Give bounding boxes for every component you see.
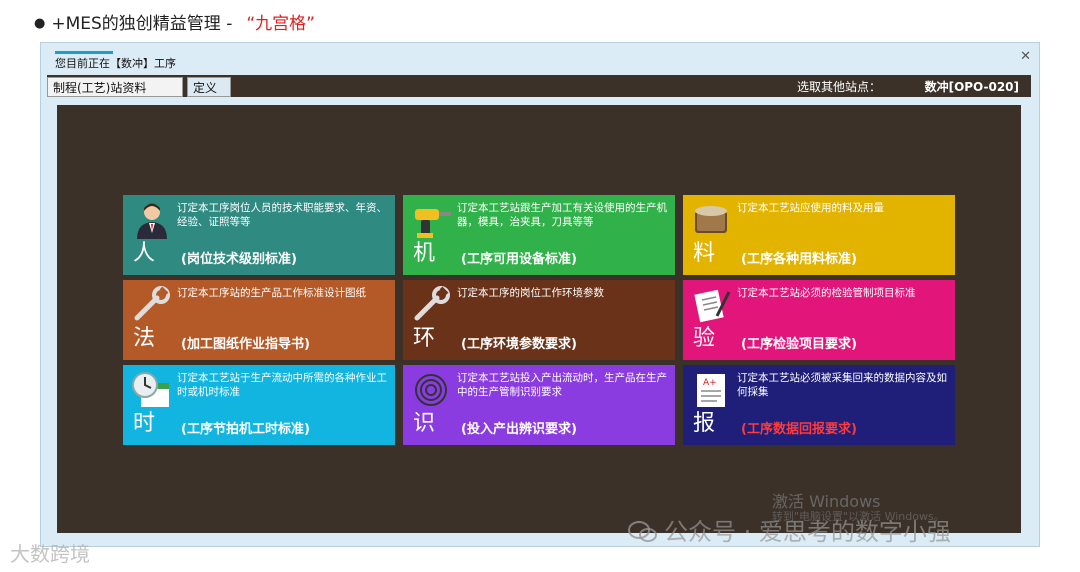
tile-report[interactable]: A+ 订定本工艺站必须被采集回来的数据内容及如何採集 报 (工序数据回报要求) [683,365,955,445]
slide-title-text: +MES的独创精益管理 - [51,14,233,34]
wrench-icon [134,286,170,321]
tab-bar: 制程(工艺)站资料 定义 选取其他站点： 数冲[OPO-020] [47,75,1031,97]
corner-watermark: 大数跨境 [10,542,90,566]
tile-standard: (工序数据回报要求) [741,422,857,437]
tile-desc: 订定本工序岗位人员的技术职能要求、年资、经验、证照等等 [177,202,387,228]
tile-standard: (投入产出辨识要求) [461,422,577,437]
nine-grid-panel: 订定本工序岗位人员的技术职能要求、年资、经验、证照等等 人 (岗位技术级别标准)… [57,105,1021,533]
tile-standard: (工序节拍机工时标准) [181,422,310,437]
tile-char: 法 [133,326,156,351]
tile-desc: 订定本工序的岗位工作环境参数 [457,287,604,299]
slide-title-highlight: “九宫格” [246,14,315,34]
fingerprint-icon [415,374,447,406]
tile-machine[interactable]: 订定本工艺站跟生产加工有关设使用的生产机器，模具，治夹具，刀具等等 机 (工序可… [403,195,675,275]
tile-char: 验 [693,326,716,351]
bullet-icon: ● [34,16,46,31]
tile-char: 报 [693,411,716,436]
drill-icon [415,209,451,238]
close-icon[interactable]: ✕ [1020,49,1031,64]
tile-desc: 订定本工序站的生产品工作标准设计图纸 [177,287,366,299]
tile-desc: 订定本工艺站跟生产加工有关设使用的生产机器，模具，治夹具，刀具等等 [457,202,667,228]
tile-char: 识 [413,411,436,436]
svg-text:A+: A+ [703,378,717,388]
tile-material[interactable]: 订定本工艺站应使用的料及用量 料 (工序各种用料标准) [683,195,955,275]
tile-standard: (加工图纸作业指导书) [181,337,310,352]
tile-desc: 订定本工艺站应使用的料及用量 [737,202,884,214]
tile-char: 人 [133,241,156,266]
report-card-icon: A+ [697,374,725,407]
checklist-icon [694,289,731,323]
tile-inspection[interactable]: 订定本工艺站必须的检验管制项目标准 验 (工序检验项目要求) [683,280,955,360]
tab-process-station-info[interactable]: 制程(工艺)站资料 [47,77,183,97]
window-title: 您目前正在【数冲】工序 [55,57,176,70]
station-select-value[interactable]: 数冲[OPO-020] [925,78,1019,95]
tile-char: 机 [413,241,436,266]
tile-standard: (工序环境参数要求) [461,337,577,352]
tile-standard: (岗位技术级别标准) [181,252,297,267]
tile-desc: 订定本工艺站投入产出流动时，生产品在生产中的生产管制识别要求 [457,372,667,398]
tile-identification[interactable]: 订定本工艺站投入产出流动时，生产品在生产中的生产管制识别要求 识 (投入产出辨识… [403,365,675,445]
wrench-icon [414,286,450,321]
tile-method[interactable]: 订定本工序站的生产品工作标准设计图纸 法 (加工图纸作业指导书) [123,280,395,360]
tile-desc: 订定本工艺站于生产流动中所需的各种作业工时或机时标准 [177,372,387,398]
slide-title: ● +MES的独创精益管理 - “九宫格” [34,9,315,34]
tile-char: 时 [133,411,156,436]
tile-environment[interactable]: 订定本工序的岗位工作环境参数 环 (工序环境参数要求) [403,280,675,360]
person-icon [137,203,167,239]
tile-time[interactable]: 订定本工艺站于生产流动中所需的各种作业工时或机时标准 时 (工序节拍机工时标准) [123,365,395,445]
tile-desc: 订定本工艺站必须的检验管制项目标准 [737,287,916,299]
wechat-watermark: 公众号 · 爱思考的数字小强 [628,512,951,547]
tile-char: 料 [693,241,716,266]
tile-standard: (工序各种用料标准) [741,252,857,267]
title-accent-bar [55,51,113,54]
wechat-watermark-text: 公众号 · 爱思考的数字小强 [664,518,951,546]
tab-definition[interactable]: 定义 [187,77,231,97]
app-window: 您目前正在【数冲】工序 ✕ 制程(工艺)站资料 定义 选取其他站点： 数冲[OP… [40,42,1040,547]
tile-desc: 订定本工艺站必须被采集回来的数据内容及如何採集 [737,372,947,398]
station-select-label: 选取其他站点： [796,80,881,94]
tile-char: 环 [413,326,436,351]
tile-standard: (工序检验项目要求) [741,337,857,352]
wechat-icon [628,521,657,542]
tile-standard: (工序可用设备标准) [461,252,577,267]
material-roll-icon [695,206,727,233]
tile-person[interactable]: 订定本工序岗位人员的技术职能要求、年资、经验、证照等等 人 (岗位技术级别标准) [123,195,395,275]
clock-calendar-icon [132,372,169,407]
